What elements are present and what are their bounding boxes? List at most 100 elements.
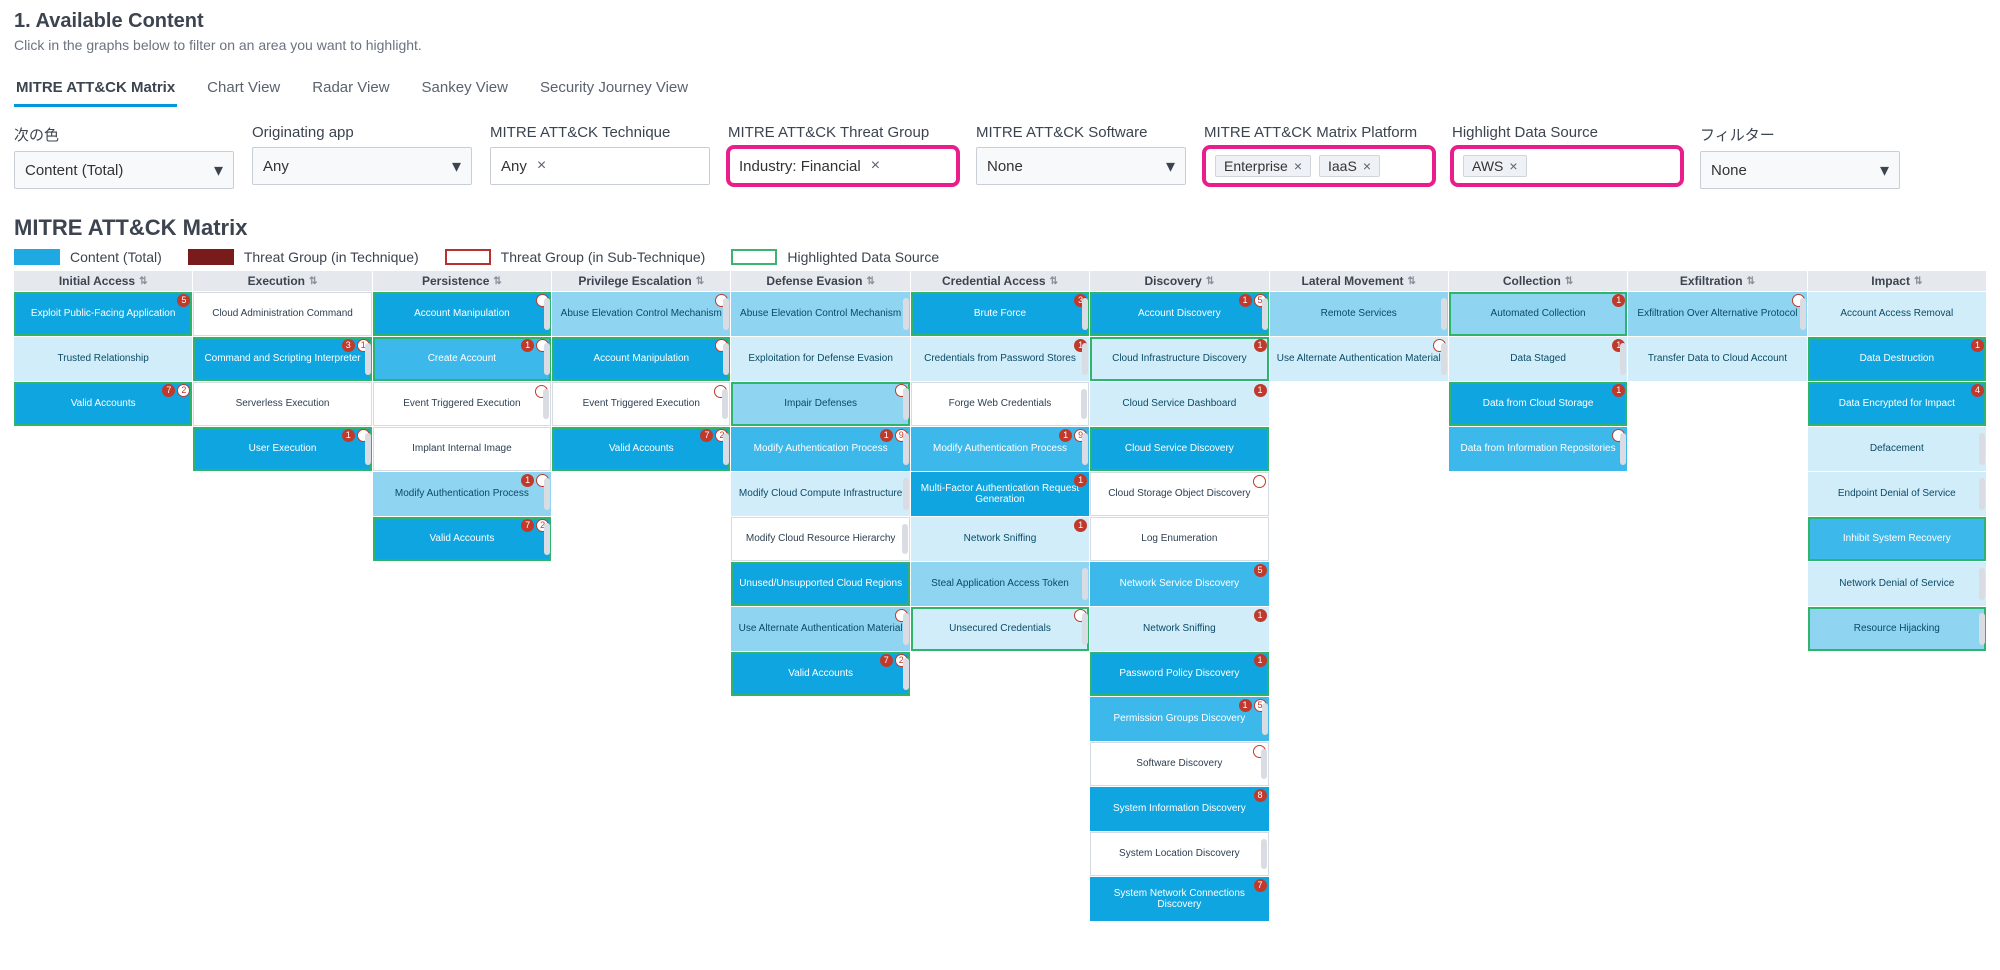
technique-cell[interactable]: Log Enumeration — [1090, 517, 1268, 561]
technique-cell[interactable]: Data Encrypted for Impact4 — [1808, 382, 1986, 426]
technique-cell[interactable]: Account Discovery15 — [1090, 292, 1268, 336]
technique-cell[interactable]: Valid Accounts72 — [731, 652, 909, 696]
column-header[interactable]: Initial Access⇅ — [14, 271, 192, 291]
filter-chip[interactable]: IaaS× — [1319, 155, 1380, 177]
technique-cell[interactable]: Event Triggered Execution — [552, 382, 730, 426]
technique-cell[interactable]: Impair Defenses — [731, 382, 909, 426]
technique-cell[interactable]: Software Discovery — [1090, 742, 1268, 786]
tab-sankey-view[interactable]: Sankey View — [420, 71, 510, 107]
technique-cell[interactable]: Network Service Discovery5 — [1090, 562, 1268, 606]
column-header[interactable]: Lateral Movement⇅ — [1270, 271, 1448, 291]
count-badge: 1 — [521, 474, 534, 487]
close-icon[interactable]: × — [537, 157, 546, 175]
technique-cell[interactable]: Use Alternate Authentication Material — [1270, 337, 1448, 381]
technique-cell[interactable]: Data Staged1 — [1449, 337, 1627, 381]
technique-cell[interactable]: System Network Connections Discovery7 — [1090, 877, 1268, 921]
filter-label: Originating app — [252, 124, 472, 141]
technique-cell[interactable]: Endpoint Denial of Service — [1808, 472, 1986, 516]
technique-cell[interactable]: Cloud Administration Command — [193, 292, 371, 336]
close-icon[interactable]: × — [871, 157, 880, 175]
technique-cell[interactable]: Exfiltration Over Alternative Protocol — [1628, 292, 1806, 336]
technique-cell[interactable]: Data from Cloud Storage1 — [1449, 382, 1627, 426]
close-icon[interactable]: × — [1509, 158, 1517, 174]
column-header[interactable]: Persistence⇅ — [373, 271, 551, 291]
technique-cell[interactable]: Account Manipulation — [373, 292, 551, 336]
tab-mitre-att-ck-matrix[interactable]: MITRE ATT&CK Matrix — [14, 71, 177, 107]
technique-cell[interactable]: Trusted Relationship — [14, 337, 192, 381]
technique-cell[interactable]: Serverless Execution — [193, 382, 371, 426]
close-icon[interactable]: × — [1363, 158, 1371, 174]
technique-cell[interactable]: Implant Internal Image — [373, 427, 551, 471]
technique-cell[interactable]: Permission Groups Discovery15 — [1090, 697, 1268, 741]
column-header[interactable]: Collection⇅ — [1449, 271, 1627, 291]
technique-cell[interactable]: Inhibit System Recovery — [1808, 517, 1986, 561]
technique-cell[interactable]: Credentials from Password Stores1 — [911, 337, 1089, 381]
technique-cell[interactable]: Multi-Factor Authentication Request Gene… — [911, 472, 1089, 516]
column-header[interactable]: Impact⇅ — [1808, 271, 1986, 291]
filter-chip[interactable]: AWS× — [1463, 155, 1527, 177]
column-header[interactable]: Credential Access⇅ — [911, 271, 1089, 291]
tab-security-journey-view[interactable]: Security Journey View — [538, 71, 690, 107]
technique-cell[interactable]: Automated Collection1 — [1449, 292, 1627, 336]
technique-cell[interactable]: Modify Cloud Resource Hierarchy — [731, 517, 909, 561]
technique-cell[interactable]: Transfer Data to Cloud Account — [1628, 337, 1806, 381]
technique-cell[interactable]: Resource Hijacking — [1808, 607, 1986, 651]
technique-cell[interactable]: Valid Accounts72 — [14, 382, 192, 426]
technique-cell[interactable]: Network Sniffing1 — [1090, 607, 1268, 651]
technique-cell[interactable]: Abuse Elevation Control Mechanism — [731, 292, 909, 336]
filter-input-2[interactable]: Any× — [490, 147, 710, 185]
filter-input-6[interactable]: AWS× — [1452, 147, 1682, 185]
technique-cell[interactable]: System Location Discovery — [1090, 832, 1268, 876]
technique-cell[interactable]: Data Destruction1 — [1808, 337, 1986, 381]
technique-cell[interactable]: Cloud Infrastructure Discovery1 — [1090, 337, 1268, 381]
technique-cell[interactable]: Account Access Removal — [1808, 292, 1986, 336]
count-badge — [1253, 475, 1266, 488]
technique-cell[interactable]: Valid Accounts72 — [552, 427, 730, 471]
technique-cell[interactable]: Steal Application Access Token — [911, 562, 1089, 606]
technique-cell[interactable]: Exploitation for Defense Evasion — [731, 337, 909, 381]
tab-chart-view[interactable]: Chart View — [205, 71, 282, 107]
technique-cell[interactable]: Remote Services — [1270, 292, 1448, 336]
technique-cell[interactable]: Network Denial of Service — [1808, 562, 1986, 606]
filter-input-3[interactable]: Industry: Financial× — [728, 147, 958, 185]
technique-cell[interactable]: Modify Authentication Process19 — [731, 427, 909, 471]
technique-cell[interactable]: Network Sniffing1 — [911, 517, 1089, 561]
column-header[interactable]: Discovery⇅ — [1090, 271, 1268, 291]
technique-cell[interactable]: Unused/Unsupported Cloud Regions — [731, 562, 909, 606]
technique-cell[interactable]: Brute Force3 — [911, 292, 1089, 336]
close-icon[interactable]: × — [1294, 158, 1302, 174]
technique-cell[interactable]: User Execution1 — [193, 427, 371, 471]
technique-cell[interactable]: Create Account1 — [373, 337, 551, 381]
technique-cell[interactable]: Cloud Service Discovery — [1090, 427, 1268, 471]
technique-cell[interactable]: Data from Information Repositories — [1449, 427, 1627, 471]
technique-cell[interactable]: Exploit Public-Facing Application5 — [14, 292, 192, 336]
technique-cell[interactable]: Password Policy Discovery1 — [1090, 652, 1268, 696]
technique-cell[interactable]: Modify Cloud Compute Infrastructure — [731, 472, 909, 516]
column-header[interactable]: Exfiltration⇅ — [1628, 271, 1806, 291]
technique-cell[interactable]: Modify Authentication Process1 — [373, 472, 551, 516]
technique-cell[interactable]: Command and Scripting Interpreter31 — [193, 337, 371, 381]
filter-chip[interactable]: Enterprise× — [1215, 155, 1311, 177]
technique-cell[interactable]: Unsecured Credentials — [911, 607, 1089, 651]
technique-cell[interactable]: Modify Authentication Process19 — [911, 427, 1089, 471]
column-header[interactable]: Privilege Escalation⇅ — [552, 271, 730, 291]
technique-cell[interactable]: Use Alternate Authentication Material — [731, 607, 909, 651]
technique-cell[interactable]: Defacement — [1808, 427, 1986, 471]
sub-scroll-indicator — [1979, 433, 1985, 465]
column-header[interactable]: Defense Evasion⇅ — [731, 271, 909, 291]
filter-input-4[interactable]: None▾ — [976, 147, 1186, 185]
technique-cell[interactable]: System Information Discovery8 — [1090, 787, 1268, 831]
filter-input-1[interactable]: Any▾ — [252, 147, 472, 185]
filter-input-5[interactable]: Enterprise× IaaS× — [1204, 147, 1434, 185]
technique-cell[interactable]: Cloud Storage Object Discovery — [1090, 472, 1268, 516]
technique-cell[interactable]: Event Triggered Execution — [373, 382, 551, 426]
technique-cell[interactable]: Cloud Service Dashboard1 — [1090, 382, 1268, 426]
technique-cell[interactable]: Account Manipulation — [552, 337, 730, 381]
technique-cell[interactable]: Forge Web Credentials — [911, 382, 1089, 426]
column-header[interactable]: Execution⇅ — [193, 271, 371, 291]
technique-cell[interactable]: Abuse Elevation Control Mechanism — [552, 292, 730, 336]
filter-input-7[interactable]: None▾ — [1700, 151, 1900, 189]
filter-input-0[interactable]: Content (Total)▾ — [14, 151, 234, 189]
technique-cell[interactable]: Valid Accounts72 — [373, 517, 551, 561]
tab-radar-view[interactable]: Radar View — [310, 71, 391, 107]
